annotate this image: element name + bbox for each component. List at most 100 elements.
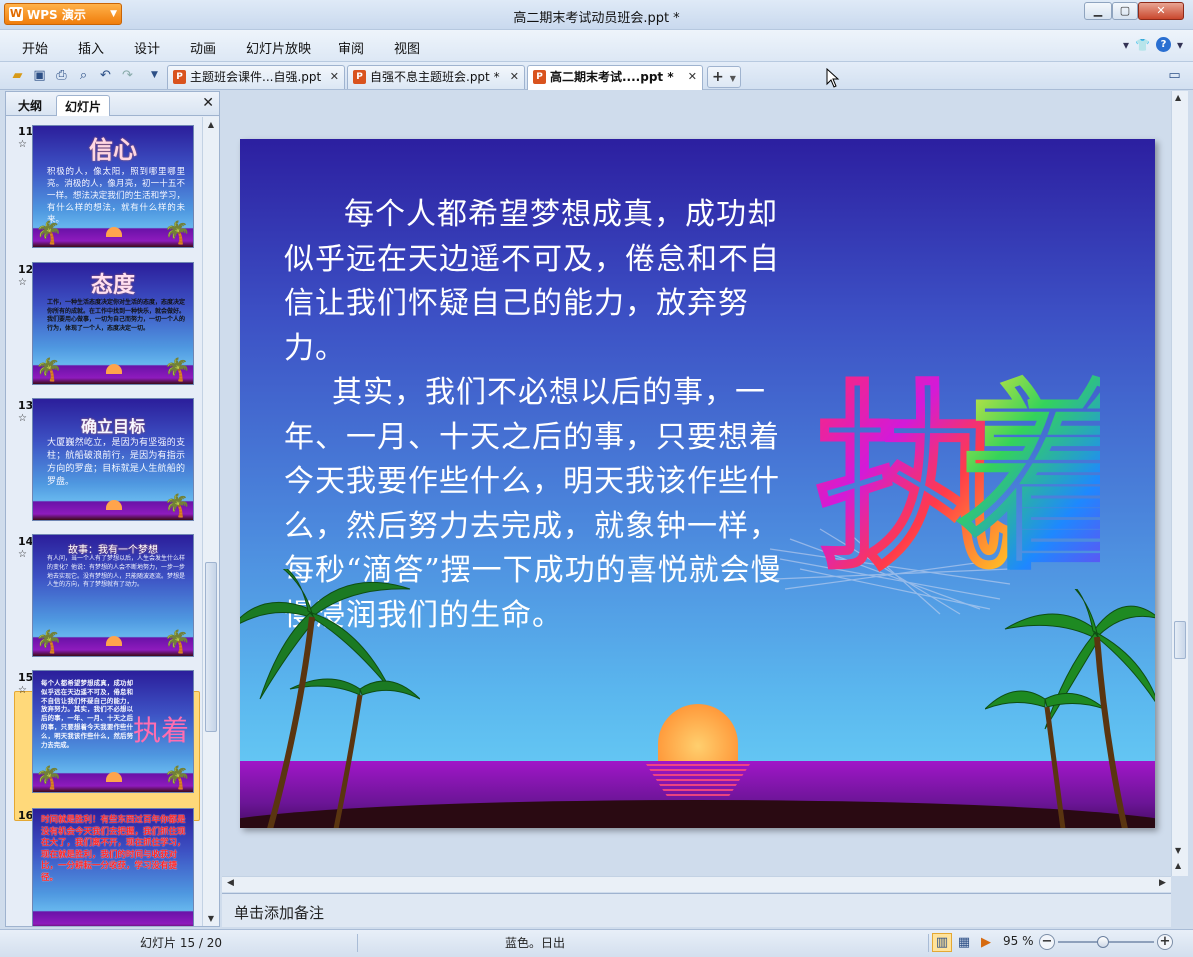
close-tab-icon[interactable]: ✕ — [688, 66, 697, 88]
animation-star-icon: ☆ — [18, 685, 27, 696]
new-tab-button[interactable]: + ▼ — [707, 66, 741, 88]
slideshow-view-icon[interactable]: ▶ — [976, 933, 996, 952]
slide-thumbnail-12[interactable]: 态度 工作，一种生活态度决定你对生活的态度，态度决定你所有的成就。在工作中找到一… — [32, 262, 194, 385]
scroll-down-icon[interactable]: ▼ — [1175, 846, 1181, 855]
doc-tab-3-active[interactable]: P 高二期末考试....ppt * ✕ — [527, 65, 703, 90]
slide-editor: 每个人都希望梦想成真，成功却似乎远在天边遥不可及，倦怠和不自信让我们怀疑自己的能… — [222, 91, 1171, 876]
normal-view-icon[interactable]: ▥ — [932, 933, 952, 952]
doc-tab-2[interactable]: P 自强不息主题班会.ppt * ✕ — [347, 65, 525, 89]
redo-icon[interactable]: ↷ — [119, 67, 136, 84]
menu-review[interactable]: 审阅 — [338, 38, 364, 57]
slide-thumbnail-list: 11 ☆ 信心 积极的人，像太阳，照到哪里哪里亮。消极的人，像月亮，初一十五不一… — [6, 117, 202, 926]
tab-slides[interactable]: 幻灯片 — [56, 95, 111, 116]
close-button[interactable]: ✕ — [1138, 2, 1184, 20]
palm-tree-icon: 🌴 — [163, 494, 191, 519]
sun-shape — [106, 636, 122, 646]
menu-view[interactable]: 视图 — [394, 38, 420, 57]
word-art-title[interactable]: 执 着 — [810, 339, 1101, 580]
help-icon[interactable]: ? — [1155, 37, 1171, 52]
thumb-title: 执着 — [133, 714, 190, 747]
thumb-text: 有人问，当一个人有了梦想以后，人生会发生什么样的变化？他说：有梦想的人会不断地努… — [47, 555, 186, 589]
animation-star-icon: ☆ — [18, 413, 27, 424]
menu-design[interactable]: 设计 — [134, 38, 160, 57]
thumb-text: 工作，一种生活态度决定你对生活的态度，态度决定你所有的成就。在工作中找到一种快乐… — [47, 299, 186, 332]
panel-scrollbar[interactable]: ▲ ▼ — [202, 117, 219, 926]
scroll-down-icon[interactable]: ▼ — [204, 911, 218, 926]
sun-shape — [106, 227, 122, 237]
print-preview-icon[interactable]: ⌕ — [75, 67, 92, 84]
animation-star-icon: ☆ — [18, 277, 27, 288]
collapse-ribbon-icon[interactable]: ▾ — [1123, 38, 1129, 52]
scroll-left-icon[interactable]: ◀ — [227, 878, 234, 888]
close-panel-icon[interactable]: ✕ — [202, 95, 214, 111]
palm-tree-icon: 🌴 — [35, 630, 63, 655]
print-icon[interactable]: ⎙ — [53, 67, 70, 84]
palm-tree-icon: 🌴 — [163, 766, 191, 791]
chevron-down-icon[interactable]: ▾ — [1177, 38, 1183, 52]
current-slide[interactable]: 每个人都希望梦想成真，成功却似乎远在天边遥不可及，倦怠和不自信让我们怀疑自己的能… — [240, 139, 1155, 828]
zoom-level[interactable]: 95 % — [1003, 934, 1034, 948]
status-divider — [928, 934, 929, 952]
maximize-button[interactable]: ▢ — [1112, 2, 1138, 20]
ppt-file-icon: P — [533, 70, 546, 84]
close-tab-icon[interactable]: ✕ — [510, 66, 519, 88]
thumb-text: 每个人都希望梦想成真，成功却似乎远在天边遥不可及，倦怠和不自信让我们怀疑自己的能… — [41, 679, 133, 749]
animation-star-icon: ☆ — [18, 549, 27, 560]
menu-home[interactable]: 开始 — [22, 38, 48, 57]
palm-tree-left-icon — [240, 569, 420, 828]
window-layout-icon[interactable]: ▭ — [1166, 67, 1183, 84]
ribbon-menu-bar: 开始 插入 设计 动画 幻灯片放映 审阅 视图 ▾ 👕 ? ▾ — [0, 30, 1193, 62]
close-tab-icon[interactable]: ✕ — [330, 66, 339, 88]
zoom-slider-knob[interactable] — [1097, 936, 1109, 948]
scroll-right-icon[interactable]: ▶ — [1159, 878, 1166, 888]
save-icon[interactable]: ▣ — [31, 67, 48, 84]
palm-tree-icon: 🌴 — [35, 358, 63, 383]
skin-shirt-icon[interactable]: 👕 — [1135, 38, 1150, 52]
tab-outline[interactable]: 大纲 — [10, 95, 50, 116]
slides-panel: 大纲 幻灯片 ✕ 11 ☆ 信心 积极的人，像太阳，照到哪里哪里亮。消极的人，像… — [5, 91, 220, 927]
scroll-up-icon[interactable]: ▲ — [204, 117, 218, 132]
zoom-in-button[interactable]: + — [1157, 934, 1173, 950]
menu-animation[interactable]: 动画 — [190, 38, 216, 57]
mouse-cursor-icon — [826, 68, 840, 88]
doc-tab-label: 高二期末考试....ppt * — [550, 70, 674, 84]
menu-slideshow[interactable]: 幻灯片放映 — [246, 38, 311, 57]
scroll-up-icon[interactable]: ▲ — [1175, 93, 1181, 102]
previous-slide-icon[interactable]: ▲ — [1175, 861, 1181, 870]
scroll-thumb[interactable] — [1174, 621, 1186, 659]
scroll-thumb[interactable] — [205, 562, 217, 732]
palm-tree-icon: 🌴 — [163, 221, 191, 246]
menu-right-icons: ▾ 👕 ? ▾ — [1123, 37, 1183, 52]
title-bar: W WPS 演示 ▼ 高二期末考试动员班会.ppt * ▁ ▢ ✕ — [0, 0, 1193, 30]
menu-insert[interactable]: 插入 — [78, 38, 104, 57]
sun-shape — [106, 500, 122, 510]
slide-counter: 幻灯片 15 / 20 — [140, 936, 223, 950]
word-art-char-2: 着 — [958, 364, 1100, 579]
sun-shape — [106, 364, 122, 374]
editor-horizontal-scrollbar[interactable]: ◀ ▶ — [222, 876, 1171, 892]
palm-tree-icon: 🌴 — [35, 766, 63, 791]
slide-thumbnail-16[interactable]: 时间就是胜利！有些东西过百年你都是没有机会今天我们去把握，我们抓住现在大了，我们… — [32, 808, 194, 926]
customize-toolbar-icon[interactable]: ▼ — [146, 67, 163, 84]
open-folder-icon[interactable]: ▰ — [9, 67, 26, 84]
status-divider — [357, 934, 358, 952]
ppt-file-icon: P — [353, 70, 366, 84]
undo-icon[interactable]: ↶ — [97, 67, 114, 84]
slide-thumbnail-15-selected[interactable]: 每个人都希望梦想成真，成功却似乎远在天边遥不可及，倦怠和不自信让我们怀疑自己的能… — [32, 670, 194, 793]
quick-access-toolbar: ▰ ▣ ⎙ ⌕ ↶ ↷ ▼ P 主题班会课件...自强.ppt ✕ P 自强不息… — [0, 62, 1193, 90]
slide-thumbnail-14[interactable]: 故事：我有一个梦想 有人问，当一个人有了梦想以后，人生会发生什么样的变化？他说：… — [32, 534, 194, 657]
slide-thumbnail-13[interactable]: 确立目标 大厦巍然屹立，是因为有坚强的支柱；航船破浪前行，是因为有指示方向的罗盘… — [32, 398, 194, 521]
thumb-text: 大厦巍然屹立，是因为有坚强的支柱；航船破浪前行，是因为有指示方向的罗盘；目标就是… — [47, 438, 185, 487]
doc-tab-1[interactable]: P 主题班会课件...自强.ppt ✕ — [167, 65, 345, 89]
notes-placeholder: 单击添加备注 — [234, 904, 325, 922]
slide-sorter-view-icon[interactable]: ▦ — [954, 933, 974, 952]
minimize-button[interactable]: ▁ — [1084, 2, 1112, 20]
sun-shape — [106, 772, 122, 782]
slide-thumbnail-11[interactable]: 信心 积极的人，像太阳，照到哪里哪里亮。消极的人，像月亮，初一十五不一样。想法决… — [32, 125, 194, 248]
editor-vertical-scrollbar[interactable]: ▲ ▼ ▲ — [1171, 91, 1188, 876]
notes-pane[interactable]: 单击添加备注 — [222, 893, 1171, 927]
doc-tab-label: 自强不息主题班会.ppt * — [370, 70, 500, 84]
setting-sun-shape — [658, 704, 738, 764]
slide-paragraph-1: 每个人都希望梦想成真，成功却似乎远在天边遥不可及，倦怠和不自信让我们怀疑自己的能… — [284, 197, 780, 366]
zoom-out-button[interactable]: − — [1039, 934, 1055, 950]
